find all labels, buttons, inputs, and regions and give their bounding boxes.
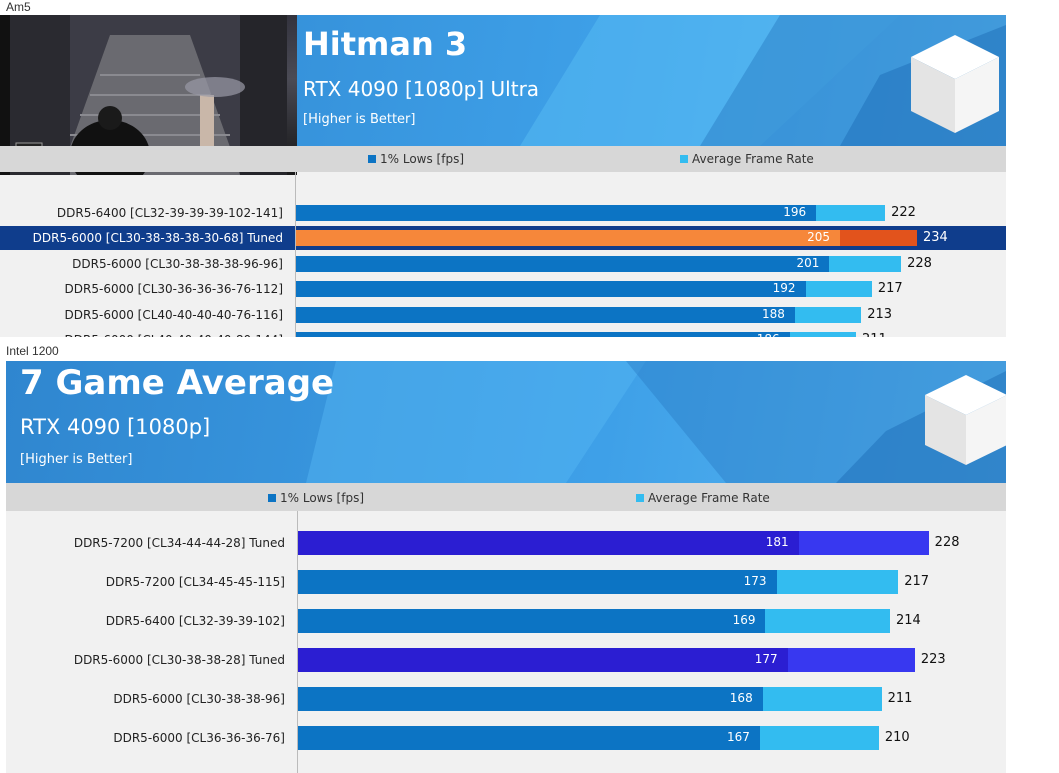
- cube-logo-icon: [911, 35, 999, 133]
- chart-banner: 7 Game Average RTX 4090 [1080p] [Higher …: [6, 361, 1006, 483]
- data-label-average-frame-rate: 217: [877, 281, 903, 297]
- data-label-average-frame-rate: 214: [895, 613, 921, 628]
- category-label: DDR5-6000 [CL40-40-40-40-76-116]: [64, 307, 283, 322]
- data-label-1pct-lows: 196: [783, 205, 807, 219]
- bar-1pct-lows: [298, 648, 788, 672]
- data-label-1pct-lows: 201: [796, 255, 820, 270]
- legend-item-avg: Average Frame Rate: [680, 152, 814, 166]
- category-label: DDR5-6400 [CL32-39-39-102]: [105, 614, 285, 628]
- chart-legend: 1% Lows [fps] Average Frame Rate: [0, 146, 1006, 172]
- axis-baseline: [297, 511, 298, 773]
- data-label-average-frame-rate: 211: [862, 332, 887, 337]
- category-label: DDR5-6000 [CL30-38-38-28] Tuned: [73, 653, 285, 667]
- data-label-1pct-lows: 177: [754, 652, 778, 666]
- bar-1pct-lows: [298, 570, 777, 594]
- data-label-average-frame-rate: 228: [934, 535, 960, 550]
- data-label-1pct-lows: 186: [730, 332, 780, 337]
- legend-item-avg: Average Frame Rate: [636, 491, 770, 505]
- chart-note: [Higher is Better]: [303, 112, 416, 127]
- bar-1pct-lows: [298, 726, 760, 750]
- data-label-1pct-lows: 192: [772, 281, 796, 296]
- data-label-average-frame-rate: 234: [923, 230, 948, 246]
- caption-am5: Am5: [6, 0, 31, 14]
- data-label-1pct-lows: 188: [762, 306, 785, 321]
- bar-1pct-lows: [296, 306, 795, 323]
- category-label: DDR5-6000 [CL36-36-36-76]: [113, 731, 285, 745]
- data-label-average-frame-rate: 217: [904, 574, 930, 589]
- data-label-average-frame-rate: 222: [891, 205, 916, 220]
- chart-panel-hitman3: Hitman 3 RTX 4090 [1080p] Ultra [Higher …: [0, 15, 1006, 337]
- category-label: DDR5-7200 [CL34-45-45-115]: [105, 575, 285, 589]
- data-label-average-frame-rate: 210: [884, 730, 910, 745]
- bar-1pct-lows: [296, 255, 830, 272]
- data-label-average-frame-rate: 228: [907, 255, 932, 271]
- data-label-1pct-lows: 167: [727, 730, 750, 744]
- data-label-1pct-lows: 205: [807, 230, 831, 245]
- category-label: DDR5-6000 [CL30-38-38-38-96-96]: [72, 256, 283, 271]
- legend-label-lows: 1% Lows [fps]: [380, 152, 465, 166]
- data-label-average-frame-rate: 213: [867, 306, 893, 322]
- chart-panel-7-game-average: 7 Game Average RTX 4090 [1080p] [Higher …: [6, 361, 1006, 773]
- axis-baseline: [295, 172, 296, 337]
- data-label-1pct-lows: 173: [743, 574, 767, 588]
- legend-swatch-lows: [368, 155, 376, 163]
- legend-item-lows: 1% Lows [fps]: [268, 491, 364, 505]
- cube-logo-icon: [925, 375, 1006, 465]
- legend-label-avg: Average Frame Rate: [692, 152, 814, 166]
- category-label: DDR5-7200 [CL34-44-44-28] Tuned: [73, 536, 285, 550]
- chart-title: Hitman 3: [303, 25, 468, 63]
- chart-subtitle: RTX 4090 [1080p]: [20, 415, 211, 439]
- category-label: DDR5-6000 [CL40-40-40-40-80-144]: [65, 333, 283, 337]
- legend-swatch-lows: [268, 494, 276, 502]
- bar-1pct-lows: [296, 332, 790, 337]
- chart-plot-area: DDR5-6400 [CL32-39-39-39-102-141] 196 222 D…: [0, 172, 1006, 337]
- bar-1pct-lows: [298, 531, 799, 555]
- bar-1pct-lows: [298, 687, 763, 711]
- category-label: DDR5-6000 [CL30-38-38-96]: [113, 692, 285, 706]
- caption-intel: Intel 1200: [6, 344, 59, 358]
- legend-swatch-avg: [680, 155, 688, 163]
- category-label: DDR5-6000 [CL30-36-36-36-76-112]: [64, 282, 283, 297]
- legend-label-lows: 1% Lows [fps]: [280, 491, 365, 505]
- legend-item-lows: 1% Lows [fps]: [368, 152, 464, 166]
- bar-1pct-lows: [296, 205, 817, 221]
- chart-title: 7 Game Average: [20, 363, 335, 403]
- data-label-1pct-lows: 168: [729, 691, 753, 705]
- bar-1pct-lows: [296, 281, 806, 298]
- bar-1pct-lows: [298, 609, 766, 633]
- bar-1pct-lows: [296, 230, 841, 247]
- data-label-average-frame-rate: 211: [887, 691, 913, 706]
- category-label: DDR5-6400 [CL32-39-39-39-102-141]: [56, 206, 283, 220]
- legend-label-avg: Average Frame Rate: [648, 491, 770, 505]
- category-label: DDR5-6000 [CL30-38-38-38-30-68] Tuned: [32, 231, 283, 246]
- legend-swatch-avg: [636, 494, 644, 502]
- data-label-average-frame-rate: 223: [920, 652, 946, 667]
- chart-plot-area: DDR5-7200 [CL34-44-44-28] Tuned 181 228 DDR…: [6, 511, 1006, 773]
- data-label-1pct-lows: 181: [765, 535, 789, 549]
- chart-subtitle: RTX 4090 [1080p] Ultra: [303, 77, 540, 101]
- chart-legend: 1% Lows [fps] Average Frame Rate: [6, 483, 1006, 511]
- chart-note: [Higher is Better]: [20, 452, 133, 467]
- data-label-1pct-lows: 169: [732, 613, 756, 627]
